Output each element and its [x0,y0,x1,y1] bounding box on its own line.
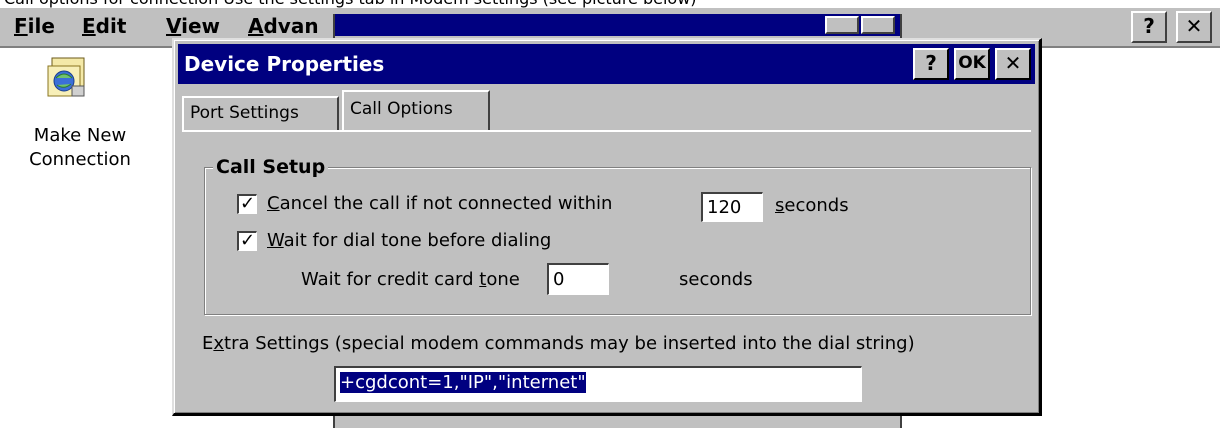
dialog-title: Device Properties [184,52,385,76]
dialog-close-button[interactable]: ✕ [995,48,1031,80]
extra-settings-selected-text: +cgdcont=1,"IP","internet" [340,372,586,393]
credit-card-tone-label: Wait for credit card tone [301,269,520,290]
cancel-call-seconds-unit: seconds [775,195,849,216]
tab-call-options[interactable]: Call Options [342,90,490,130]
wait-dial-tone-checkbox[interactable]: ✓ [237,231,257,251]
call-setup-group: Call Setup ✓ Cancel the call if not conn… [204,154,1031,315]
background-minimize-button[interactable] [825,16,859,34]
extra-settings-label: Extra Settings (special modem commands m… [202,333,915,354]
tab-port-settings[interactable]: Port Settings [182,96,339,130]
menu-edit[interactable]: Edit [82,12,126,40]
cancel-call-label[interactable]: Cancel the call if not connected within [267,192,612,216]
cancel-call-checkbox[interactable]: ✓ [237,194,257,214]
dialog-titlebar[interactable]: Device Properties ? OK ✕ [178,44,1035,84]
wait-dial-tone-label[interactable]: Wait for dial tone before dialing [267,229,551,253]
tab-panel-border [182,130,1031,132]
device-properties-dialog: Device Properties ? OK ✕ Port Settings C… [172,38,1042,416]
menubar-close-button[interactable]: ✕ [1176,11,1212,43]
make-new-connection-label[interactable]: Make New Connection [10,124,150,172]
background-window-titlebar [335,14,900,36]
dialog-help-button[interactable]: ? [913,48,949,80]
credit-card-tone-unit: seconds [679,269,753,290]
menu-advanced[interactable]: Advan [248,12,319,40]
cancel-call-seconds-input[interactable] [701,192,763,222]
extra-settings-input[interactable]: +cgdcont=1,"IP","internet" [334,366,862,402]
menubar-help-button[interactable]: ? [1131,11,1167,43]
tab-strip: Port Settings Call Options [182,90,1031,130]
dialog-ok-button[interactable]: OK [954,48,990,80]
call-setup-title: Call Setup [213,154,329,180]
make-new-connection-icon[interactable] [46,56,90,100]
background-maximize-button[interactable] [861,16,895,34]
menu-view[interactable]: View [166,12,220,40]
credit-card-tone-input[interactable] [547,263,609,295]
menu-file[interactable]: File [14,12,55,40]
